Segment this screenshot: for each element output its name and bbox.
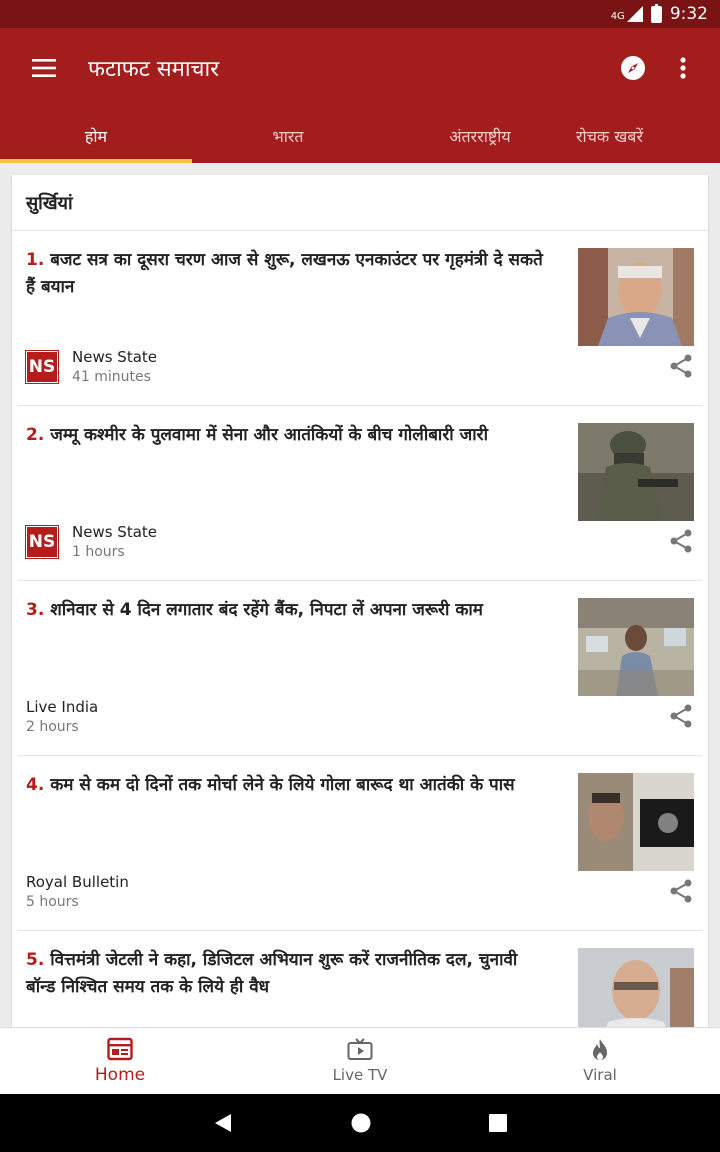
publish-time: 41 minutes bbox=[72, 369, 151, 385]
network-type: 4G bbox=[610, 11, 625, 22]
news-source: Live India 2 hours bbox=[26, 697, 98, 737]
source-logo: NS bbox=[25, 350, 59, 384]
explore-button[interactable] bbox=[608, 28, 658, 108]
source-name: Royal Bulletin bbox=[26, 873, 129, 891]
news-number: 5. bbox=[26, 950, 45, 970]
back-icon[interactable] bbox=[213, 1113, 233, 1133]
nav-home[interactable]: Home bbox=[0, 1028, 240, 1094]
news-thumbnail[interactable] bbox=[578, 598, 694, 696]
publish-time: 5 hours bbox=[26, 894, 79, 910]
news-title: वित्तमंत्री जेटली ने कहा, डिजिटल अभियान … bbox=[26, 950, 518, 997]
news-item[interactable]: 1. बजट सत्र का दूसरा चरण आज से शुरू, लखन… bbox=[18, 231, 702, 406]
news-source: NS News State 1 hours bbox=[25, 522, 158, 562]
news-title: शनिवार से 4 दिन लगातार बंद रहेंगे बैंक, … bbox=[50, 600, 483, 620]
headlines-card: सुर्खियां 1. बजट सत्र का दूसरा चरण आज से… bbox=[12, 175, 708, 1035]
source-name: News State bbox=[72, 348, 158, 366]
bottom-navigation: Home Live TV Viral bbox=[0, 1027, 720, 1094]
news-item[interactable]: 5. वित्तमंत्री जेटली ने कहा, डिजिटल अभिय… bbox=[18, 931, 702, 1035]
tab-international[interactable]: अंतरराष्ट्रीय bbox=[384, 108, 576, 163]
news-icon bbox=[107, 1037, 133, 1061]
news-item[interactable]: 2. जम्मू कश्मीर के पुलवामा में सेना और आ… bbox=[18, 406, 702, 581]
news-source: NS News State 41 minutes bbox=[25, 347, 158, 387]
source-name: News State bbox=[72, 523, 158, 541]
news-thumbnail[interactable] bbox=[578, 773, 694, 871]
tab-india[interactable]: भारत bbox=[192, 108, 384, 163]
tab-label: होम bbox=[84, 126, 108, 146]
news-headline[interactable]: 3. शनिवार से 4 दिन लगातार बंद रहेंगे बैं… bbox=[26, 597, 546, 624]
share-icon[interactable] bbox=[668, 353, 694, 379]
news-number: 2. bbox=[26, 425, 45, 445]
signal-icon: 4G bbox=[611, 6, 643, 22]
battery-icon bbox=[650, 3, 662, 23]
nav-label: Viral bbox=[583, 1066, 617, 1084]
news-thumbnail[interactable] bbox=[578, 948, 694, 1035]
news-number: 1. bbox=[26, 250, 45, 270]
tv-icon bbox=[347, 1038, 373, 1060]
news-number: 3. bbox=[26, 600, 45, 620]
app-bar: फटाफट समाचार bbox=[0, 28, 720, 108]
share-icon[interactable] bbox=[668, 528, 694, 554]
news-number: 4. bbox=[26, 775, 45, 795]
overflow-menu-button[interactable] bbox=[658, 28, 708, 108]
news-image bbox=[578, 948, 694, 1035]
section-title: सुर्खियां bbox=[12, 175, 708, 231]
nav-live-tv[interactable]: Live TV bbox=[240, 1028, 480, 1094]
source-logo: NS bbox=[25, 525, 59, 559]
news-image bbox=[578, 773, 694, 871]
news-item[interactable]: 4. कम से कम दो दिनों तक मोर्चा लेने के ल… bbox=[18, 756, 702, 931]
flame-icon bbox=[593, 1039, 607, 1060]
nav-label: Live TV bbox=[332, 1066, 388, 1084]
publish-time: 1 hours bbox=[72, 544, 125, 560]
news-title: बजट सत्र का दूसरा चरण आज से शुरू, लखनऊ ए… bbox=[26, 250, 543, 297]
nav-label: Home bbox=[94, 1065, 146, 1085]
news-image bbox=[578, 248, 694, 346]
tab-home[interactable]: होम bbox=[0, 108, 192, 163]
news-item[interactable]: 3. शनिवार से 4 दिन लगातार बंद रहेंगे बैं… bbox=[18, 581, 702, 756]
tab-interesting[interactable]: रोचक खबरें bbox=[576, 108, 720, 163]
news-image bbox=[578, 598, 694, 696]
nav-viral[interactable]: Viral bbox=[480, 1028, 720, 1094]
hamburger-icon bbox=[32, 59, 56, 77]
more-vert-icon bbox=[680, 57, 686, 79]
tab-label: अंतरराष्ट्रीय bbox=[449, 126, 511, 146]
system-navigation-bar bbox=[0, 1094, 720, 1152]
news-headline[interactable]: 1. बजट सत्र का दूसरा चरण आज से शुरू, लखन… bbox=[26, 247, 546, 301]
news-headline[interactable]: 4. कम से कम दो दिनों तक मोर्चा लेने के ल… bbox=[26, 772, 546, 799]
tab-label: रोचक खबरें bbox=[576, 126, 643, 146]
status-time: 9:32 bbox=[669, 4, 708, 24]
source-name: Live India bbox=[26, 698, 99, 716]
news-source: Royal Bulletin 5 hours bbox=[26, 872, 129, 912]
news-thumbnail[interactable] bbox=[578, 248, 694, 346]
status-bar: 4G 9:32 bbox=[0, 0, 720, 28]
news-title: कम से कम दो दिनों तक मोर्चा लेने के लिये… bbox=[50, 775, 515, 795]
share-icon[interactable] bbox=[668, 703, 694, 729]
publish-time: 2 hours bbox=[26, 719, 79, 735]
share-icon[interactable] bbox=[668, 878, 694, 904]
app-title: फटाफट समाचार bbox=[88, 57, 220, 82]
news-thumbnail[interactable] bbox=[578, 423, 694, 521]
compass-icon bbox=[621, 56, 645, 80]
news-headline[interactable]: 5. वित्तमंत्री जेटली ने कहा, डिजिटल अभिय… bbox=[26, 947, 546, 1001]
menu-button[interactable] bbox=[0, 28, 88, 108]
recents-icon[interactable] bbox=[489, 1114, 507, 1132]
news-headline[interactable]: 2. जम्मू कश्मीर के पुलवामा में सेना और आ… bbox=[26, 422, 546, 449]
news-title: जम्मू कश्मीर के पुलवामा में सेना और आतंक… bbox=[50, 425, 488, 445]
home-icon[interactable] bbox=[351, 1113, 371, 1133]
news-image bbox=[578, 423, 694, 521]
tab-label: भारत bbox=[272, 126, 304, 146]
tab-bar: होम भारत अंतरराष्ट्रीय रोचक खबरें bbox=[0, 108, 720, 163]
